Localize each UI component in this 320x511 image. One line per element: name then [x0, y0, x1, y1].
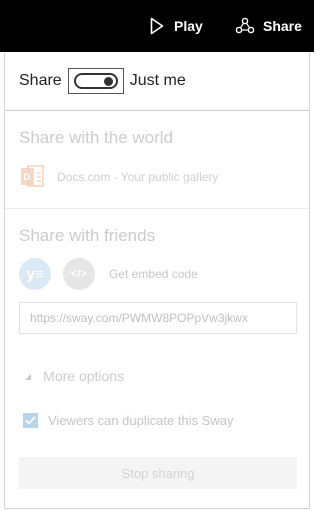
yammer-glyph: y≡ — [26, 265, 44, 283]
friends-section-title: Share with friends — [19, 226, 156, 245]
top-bar: Play Share — [0, 0, 314, 52]
yammer-icon[interactable]: y≡ — [19, 258, 51, 290]
share-prefix-label: Share — [19, 72, 62, 89]
docs-com-option[interactable]: D Docs.com - Your public gallery — [19, 164, 218, 190]
friends-share-options: y≡ </> Get embed code — [19, 258, 198, 290]
duplicate-label: Viewers can duplicate this Sway — [48, 413, 234, 428]
more-options-label: More options — [43, 368, 125, 384]
duplicate-checkbox[interactable] — [23, 413, 38, 428]
share-with-friends-section: Share with friends y≡ </> Get embed code… — [5, 210, 309, 380]
share-scope-label: Just me — [129, 72, 186, 89]
allow-duplicate-option[interactable]: Viewers can duplicate this Sway — [23, 413, 233, 428]
docs-com-label: Docs.com - Your public gallery — [57, 170, 219, 184]
share-label: Share — [263, 18, 302, 34]
embed-code-icon[interactable]: </> — [63, 258, 95, 290]
more-options-toggle[interactable]: ◢ More options — [25, 368, 124, 384]
play-button[interactable]: Play — [150, 0, 203, 52]
share-scope-row: Share Just me — [5, 52, 309, 111]
share-button[interactable]: Share — [235, 0, 302, 52]
world-section-title: Share with the world — [19, 128, 174, 147]
play-label: Play — [174, 18, 203, 34]
share-icon — [235, 17, 255, 34]
expand-triangle-icon: ◢ — [25, 371, 32, 381]
stop-sharing-button[interactable]: Stop sharing — [19, 457, 297, 489]
docs-com-icon: D — [19, 164, 45, 190]
share-with-world-section: Share with the world D Docs.com - Your p… — [5, 112, 309, 209]
checkmark-icon — [25, 416, 36, 425]
toggle-knob — [103, 77, 113, 86]
share-url-field[interactable]: https://sway.com/PWMW8POPpVw3jkwx — [19, 302, 297, 334]
svg-text:D: D — [24, 172, 31, 182]
share-panel: Share Just me Share with the world D Doc… — [4, 52, 310, 509]
embed-glyph: </> — [71, 268, 87, 280]
toggle-track — [73, 73, 118, 89]
get-embed-code-link[interactable]: Get embed code — [109, 267, 198, 281]
share-toggle[interactable] — [67, 68, 124, 94]
play-icon — [150, 17, 164, 35]
